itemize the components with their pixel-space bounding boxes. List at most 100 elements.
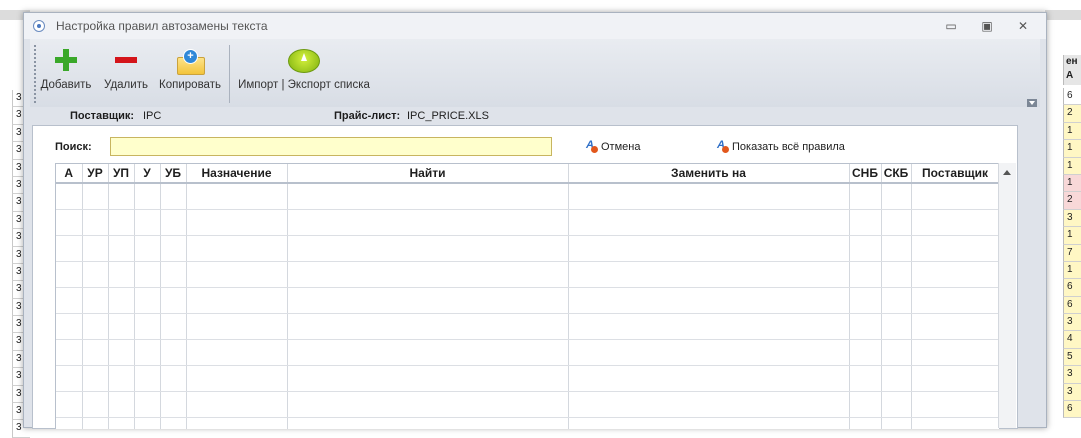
table-cell[interactable]	[881, 313, 912, 340]
table-cell[interactable]	[108, 287, 135, 314]
close-button[interactable]: ✕	[1010, 17, 1036, 35]
table-cell[interactable]	[134, 339, 161, 366]
table-cell[interactable]	[160, 183, 187, 210]
table-cell[interactable]	[911, 313, 999, 340]
table-cell[interactable]	[108, 183, 135, 210]
table-cell[interactable]	[568, 365, 850, 392]
table-cell[interactable]	[160, 391, 187, 418]
column-header-purpose[interactable]: Назначение	[186, 164, 288, 184]
table-cell[interactable]	[568, 339, 850, 366]
scroll-up-icon[interactable]	[1003, 170, 1011, 175]
table-cell[interactable]	[849, 391, 882, 418]
table-cell[interactable]	[82, 209, 109, 236]
column-header-snb[interactable]: СНБ	[849, 164, 882, 184]
table-cell[interactable]	[134, 313, 161, 340]
table-row[interactable]	[56, 391, 999, 418]
table-cell[interactable]	[911, 183, 999, 210]
table-cell[interactable]	[108, 261, 135, 288]
table-cell[interactable]	[160, 417, 187, 429]
table-cell[interactable]	[287, 183, 569, 210]
table-cell[interactable]	[134, 183, 161, 210]
table-row[interactable]	[56, 209, 999, 236]
table-cell[interactable]	[134, 365, 161, 392]
column-header-a[interactable]: А	[56, 164, 83, 184]
table-cell[interactable]	[881, 339, 912, 366]
table-cell[interactable]	[881, 365, 912, 392]
table-cell[interactable]	[108, 209, 135, 236]
table-cell[interactable]	[82, 417, 109, 429]
table-cell[interactable]	[911, 261, 999, 288]
copy-button[interactable]: + Копировать	[156, 47, 224, 97]
search-input[interactable]	[110, 137, 552, 156]
table-cell[interactable]	[56, 287, 83, 314]
table-cell[interactable]	[160, 313, 187, 340]
column-header-u[interactable]: У	[134, 164, 161, 184]
table-cell[interactable]	[134, 209, 161, 236]
table-cell[interactable]	[287, 339, 569, 366]
table-cell[interactable]	[108, 313, 135, 340]
table-cell[interactable]	[186, 365, 288, 392]
table-cell[interactable]	[56, 209, 83, 236]
table-cell[interactable]	[160, 261, 187, 288]
grid-scrollbar[interactable]	[998, 163, 1016, 428]
table-cell[interactable]	[287, 287, 569, 314]
table-cell[interactable]	[287, 209, 569, 236]
table-cell[interactable]	[82, 391, 109, 418]
table-cell[interactable]	[849, 209, 882, 236]
table-cell[interactable]	[287, 365, 569, 392]
table-row[interactable]	[56, 183, 999, 210]
table-cell[interactable]	[82, 235, 109, 262]
table-cell[interactable]	[911, 391, 999, 418]
table-cell[interactable]	[568, 417, 850, 429]
table-cell[interactable]	[911, 235, 999, 262]
table-cell[interactable]	[911, 417, 999, 429]
table-cell[interactable]	[287, 391, 569, 418]
table-cell[interactable]	[911, 365, 999, 392]
table-cell[interactable]	[881, 287, 912, 314]
import-export-button[interactable]: Импорт | Экспорт списка	[234, 47, 374, 97]
table-cell[interactable]	[849, 313, 882, 340]
table-row[interactable]	[56, 235, 999, 262]
table-cell[interactable]	[186, 261, 288, 288]
table-cell[interactable]	[287, 235, 569, 262]
table-row[interactable]	[56, 339, 999, 366]
table-cell[interactable]	[186, 287, 288, 314]
table-cell[interactable]	[82, 313, 109, 340]
table-cell[interactable]	[186, 209, 288, 236]
table-cell[interactable]	[568, 391, 850, 418]
rules-grid[interactable]: А УР УП У УБ Назначение Найти Заменить н…	[55, 163, 1000, 429]
column-header-find[interactable]: Найти	[287, 164, 569, 184]
table-cell[interactable]	[568, 261, 850, 288]
table-cell[interactable]	[82, 261, 109, 288]
table-cell[interactable]	[56, 417, 83, 429]
column-header-supplier[interactable]: Поставщик	[911, 164, 999, 184]
table-cell[interactable]	[849, 183, 882, 210]
table-cell[interactable]	[108, 339, 135, 366]
add-button[interactable]: Добавить	[38, 47, 94, 97]
table-cell[interactable]	[56, 365, 83, 392]
toolbar-overflow-icon[interactable]	[1027, 99, 1037, 107]
table-cell[interactable]	[881, 235, 912, 262]
table-cell[interactable]	[56, 235, 83, 262]
cancel-link[interactable]: A Отмена	[586, 139, 640, 153]
table-cell[interactable]	[186, 235, 288, 262]
table-cell[interactable]	[568, 209, 850, 236]
table-row[interactable]	[56, 287, 999, 314]
table-cell[interactable]	[849, 417, 882, 429]
table-cell[interactable]	[160, 209, 187, 236]
table-cell[interactable]	[881, 417, 912, 429]
table-cell[interactable]	[568, 235, 850, 262]
table-cell[interactable]	[287, 261, 569, 288]
table-cell[interactable]	[160, 365, 187, 392]
table-cell[interactable]	[108, 391, 135, 418]
table-row[interactable]	[56, 365, 999, 392]
table-cell[interactable]	[568, 183, 850, 210]
table-cell[interactable]	[160, 235, 187, 262]
show-all-rules-link[interactable]: A Показать всё правила	[717, 139, 845, 153]
table-cell[interactable]	[82, 287, 109, 314]
table-cell[interactable]	[881, 183, 912, 210]
table-cell[interactable]	[134, 261, 161, 288]
table-cell[interactable]	[108, 365, 135, 392]
table-cell[interactable]	[186, 339, 288, 366]
table-cell[interactable]	[56, 313, 83, 340]
